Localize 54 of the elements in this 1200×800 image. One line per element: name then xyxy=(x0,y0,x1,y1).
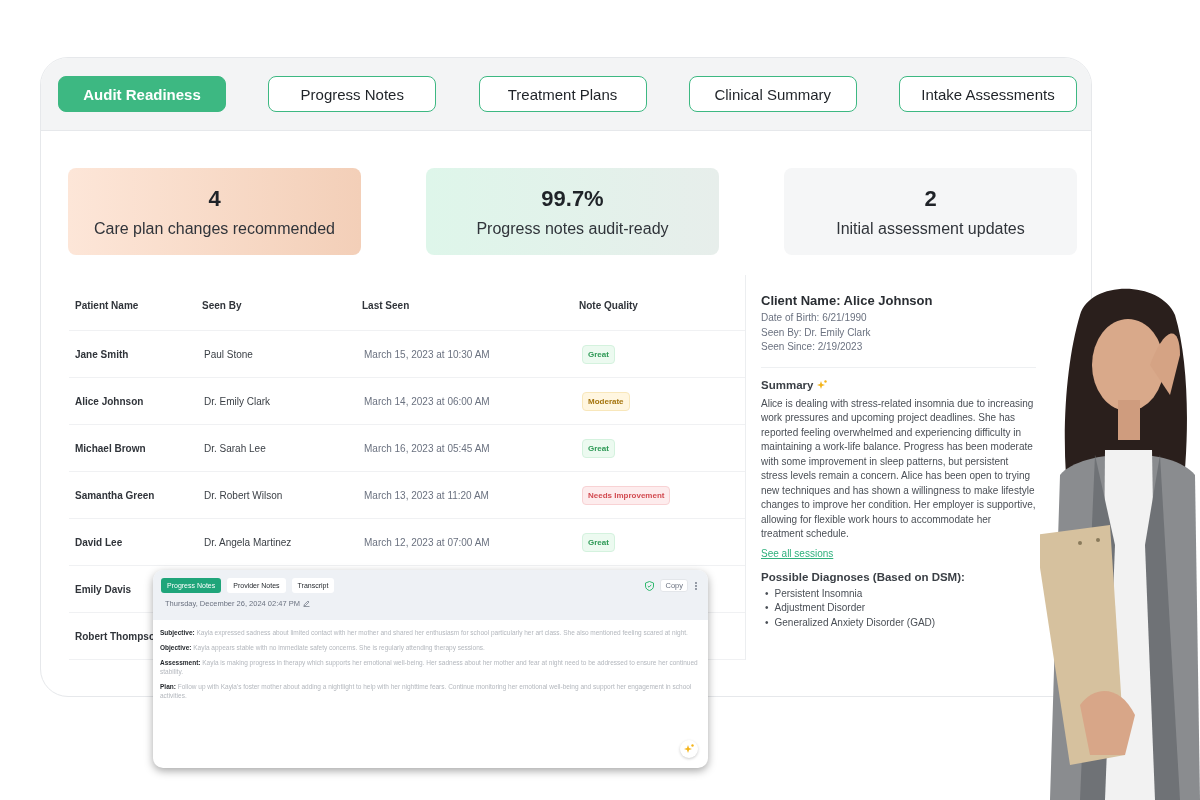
diagnosis-item: Persistent Insomnia xyxy=(774,586,863,601)
table-cell-text: Dr. Angela Martinez xyxy=(203,536,292,548)
tab[interactable]: Clinical Summary xyxy=(688,76,857,112)
table-cell-text: March 15, 2023 at 10:30 AM xyxy=(363,348,490,360)
client-name: Client Name: Alice Johnson xyxy=(761,293,934,308)
table-cell-text: Dr. Emily Clark xyxy=(203,395,271,407)
quality-badge: Great xyxy=(582,344,615,364)
summary-heading: Summary xyxy=(761,378,814,391)
table-cell-text: Dr. Sarah Lee xyxy=(203,442,266,454)
table-cell-text: March 14, 2023 at 06:00 AM xyxy=(363,395,490,407)
tab[interactable]: Progress Notes xyxy=(268,76,437,112)
quality-badge: Needs Improvement xyxy=(582,485,671,505)
quality-badge: Great xyxy=(582,532,615,552)
assistant-button[interactable] xyxy=(680,740,698,758)
table-cell: Michael Brown xyxy=(75,442,146,454)
stat-label: Initial assessment updates xyxy=(836,219,1025,238)
table-cell: Jane Smith xyxy=(75,348,129,360)
quality-badge: Great xyxy=(582,438,615,458)
table-cell-text: March 16, 2023 at 05:45 AM xyxy=(363,442,490,454)
column-header: Patient Name xyxy=(75,300,139,311)
client-detail: Seen Since: 2/19/2023 xyxy=(761,340,864,354)
summary-text: Alice is dealing with stress-related insomnia due to increasing work pressures and upcoming project deadlines. She has reported feeling overwhelmed and experiencing difficulty in maintaining a work-life balance. Progress has been moderate with some improvement in sleep patterns, but persistent stress levels remain a concern. Alice has been open to trying new techniques and has shown a willingness to make lifestyle changes to improve her condition. Her employer is supportive, allowing for flexible work hours to accommodate her treatment schedule. xyxy=(761,396,1036,541)
stat-value: 2 xyxy=(924,185,937,212)
table-cell: Alice Johnson xyxy=(75,395,144,407)
column-header: Seen By xyxy=(202,300,242,311)
table-cell-text: March 13, 2023 at 11:20 AM xyxy=(363,489,489,501)
table-cell: Samantha Green xyxy=(75,489,155,501)
more-icon[interactable] xyxy=(694,580,698,591)
sparkle-icon xyxy=(817,379,828,390)
tab[interactable]: Treatment Plans xyxy=(478,76,647,112)
diagnoses-heading: Possible Diagnoses (Based on DSM): xyxy=(761,570,966,583)
table-cell-text: Dr. Robert Wilson xyxy=(203,489,283,501)
tab[interactable]: Intake Assessments xyxy=(899,76,1077,112)
column-header: Last Seen xyxy=(362,300,410,311)
bullet: • xyxy=(765,586,769,601)
table-cell-text: March 12, 2023 at 07:00 AM xyxy=(363,536,490,548)
bullet: • xyxy=(765,601,769,615)
diagnosis-item: Adjustment Disorder xyxy=(774,601,866,615)
shield-icon xyxy=(645,580,655,591)
client-detail: Date of Birth: 6/21/1990 xyxy=(761,311,868,325)
stat-value: 4 xyxy=(208,185,221,212)
client-detail: Seen By: Dr. Emily Clark xyxy=(761,325,872,340)
table-cell-text: Paul Stone xyxy=(203,348,253,360)
stat-label: Care plan changes recommended xyxy=(94,219,335,238)
sparkle-icon xyxy=(684,744,694,754)
column-header: Note Quality xyxy=(579,300,638,311)
quality-badge: Moderate xyxy=(582,391,630,411)
edit-icon[interactable] xyxy=(302,600,310,607)
table-cell: Emily Davis xyxy=(75,583,132,595)
table-cell: David Lee xyxy=(75,536,123,548)
stat-label: Progress notes audit-ready xyxy=(476,219,669,238)
stat-value: 99.7% xyxy=(541,185,604,212)
diagnosis-item: Generalized Anxiety Disorder (GAD) xyxy=(774,615,936,630)
bullet: • xyxy=(765,615,769,630)
